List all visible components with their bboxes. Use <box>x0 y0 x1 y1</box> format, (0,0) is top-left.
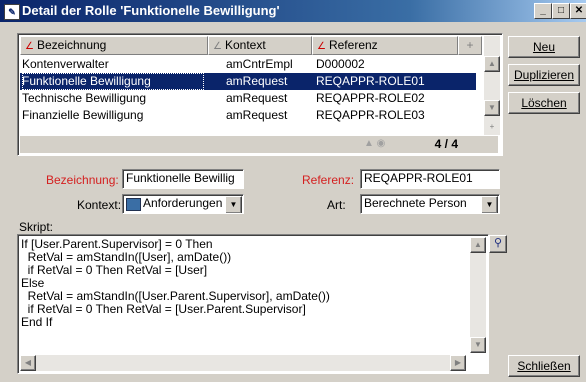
chevron-down-icon[interactable]: ▼ <box>225 196 242 213</box>
row-add-icon[interactable]: + <box>485 120 499 134</box>
delete-button[interactable]: Löschen <box>508 92 580 114</box>
role-detail-window: ✎ Detail der Rolle 'Funktionelle Bewilli… <box>0 0 586 382</box>
record-counter: 4 / 4 <box>434 137 458 151</box>
script-editor[interactable]: If [User.Parent.Supervisor] = 0 Then Ret… <box>17 234 489 374</box>
duplicate-button[interactable]: Duplizieren <box>508 64 580 86</box>
table-row[interactable]: Kontenverwalter amCntrEmpl D000002 <box>20 56 476 73</box>
script-vertical-scrollbar[interactable]: ▲ ▼ <box>470 237 486 353</box>
table-row[interactable]: Finanzielle Bewilligung amRequest REQAPP… <box>20 107 476 124</box>
list-vertical-scrollbar[interactable]: ▲ ▼ + <box>484 36 500 135</box>
art-select[interactable]: Berechnete Person ▼ <box>360 194 500 214</box>
maximize-button[interactable]: □ <box>552 3 570 19</box>
scroll-left-icon[interactable]: ◀ <box>20 355 36 371</box>
scroll-down-icon[interactable]: ▼ <box>484 100 500 116</box>
table-row[interactable]: Technische Bewilligung amRequest REQAPPR… <box>20 90 476 107</box>
script-horizontal-scrollbar[interactable]: ◀ ▶ <box>20 355 466 371</box>
chevron-down-icon[interactable]: ▼ <box>481 196 498 213</box>
script-text[interactable]: If [User.Parent.Supervisor] = 0 Then Ret… <box>21 238 330 329</box>
filter-icon[interactable]: ▲ ◉ <box>364 138 385 149</box>
window-title: Detail der Rolle 'Funktionelle Bewilligu… <box>22 3 280 18</box>
minimize-button[interactable]: _ <box>534 3 552 19</box>
scroll-down-icon[interactable]: ▼ <box>470 337 486 353</box>
title-bar[interactable]: ✎ Detail der Rolle 'Funktionelle Bewilli… <box>0 0 586 22</box>
kontext-label: Kontext: <box>77 198 122 212</box>
referenz-label: Referenz: <box>302 173 355 187</box>
bezeichnung-label: Bezeichnung: <box>46 173 119 187</box>
sort-indicator-icon: ∠ <box>213 41 222 52</box>
referenz-field[interactable]: REQAPPR-ROLE01 <box>360 169 500 189</box>
sort-indicator-icon: ∠ <box>25 41 34 52</box>
scroll-up-icon[interactable]: ▲ <box>484 56 500 72</box>
sort-indicator-icon: ∠ <box>317 41 326 52</box>
search-icon[interactable]: ⚲ <box>489 235 507 253</box>
close-button[interactable]: Schließen <box>508 355 580 377</box>
column-add-icon[interactable]: + <box>458 36 482 55</box>
roles-list[interactable]: ∠ Bezeichnung ∠ Kontext ∠ Referenz + Konten… <box>17 33 503 156</box>
table-row-selected[interactable]: Funktionelle Bewilligung amRequest REQAP… <box>20 73 476 90</box>
art-label: Art: <box>327 198 346 212</box>
column-header-bezeichnung[interactable]: ∠ Bezeichnung <box>20 36 208 55</box>
skript-label: Skript: <box>19 220 54 234</box>
column-header-kontext[interactable]: ∠ Kontext <box>208 36 312 55</box>
kontext-select[interactable]: Anforderungen ▼ <box>122 194 244 214</box>
scroll-right-icon[interactable]: ▶ <box>450 355 466 371</box>
close-window-button[interactable]: ✕ <box>570 3 586 19</box>
scroll-up-icon[interactable]: ▲ <box>470 237 486 253</box>
column-header-referenz[interactable]: ∠ Referenz <box>312 36 458 55</box>
window-app-icon: ✎ <box>4 4 20 20</box>
table-icon <box>126 198 141 211</box>
list-footer: ▲ ◉ 4 / 4 <box>20 136 498 153</box>
bezeichnung-field[interactable]: Funktionelle Bewillig <box>122 169 244 189</box>
new-button[interactable]: Neu <box>508 36 580 58</box>
